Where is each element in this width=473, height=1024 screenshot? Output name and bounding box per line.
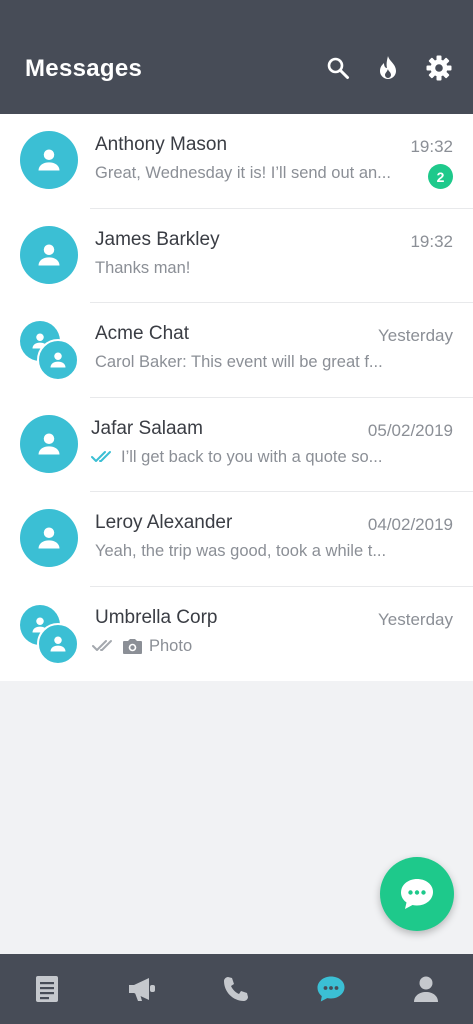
avatar: [20, 509, 78, 567]
conversation-row[interactable]: Anthony Mason 19:32 Great, Wednesday it …: [0, 114, 473, 209]
message-time: 19:32: [410, 137, 453, 156]
gear-icon: [426, 55, 452, 81]
preview-text: Great, Wednesday it is! I’ll send out an…: [95, 164, 391, 182]
person-icon: [35, 524, 63, 552]
person-icon: [35, 146, 63, 174]
search-button[interactable]: [323, 53, 353, 83]
conversation-row[interactable]: James Barkley 19:32 Thanks man!: [0, 209, 473, 303]
conversation-row[interactable]: Umbrella Corp Yesterday Photo: [0, 587, 473, 682]
message-preview: Carol Baker: This event will be great f.…: [95, 353, 383, 372]
hot-button[interactable]: [373, 53, 403, 83]
read-check-icon: [91, 450, 115, 464]
conversation-row[interactable]: Acme Chat Yesterday Carol Baker: This ev…: [0, 303, 473, 398]
app-bar: Messages: [0, 0, 473, 114]
message-time: 04/02/2019: [367, 515, 453, 534]
conversation-list: Anthony Mason 19:32 Great, Wednesday it …: [0, 114, 473, 681]
delivered-check-icon: [92, 639, 116, 653]
nav-profile[interactable]: [378, 954, 473, 1024]
contact-name: Leroy Alexander: [95, 512, 233, 533]
document-icon: [36, 976, 59, 1002]
person-icon: [48, 350, 68, 370]
phone-icon: [224, 977, 249, 1001]
contact-name: Umbrella Corp: [95, 606, 218, 628]
nav-documents[interactable]: [0, 954, 95, 1024]
contact-name: James Barkley: [95, 228, 220, 250]
preview-text: Yeah, the trip was good, took a while t.…: [95, 542, 387, 560]
conversation-row[interactable]: Jafar Salaam 05/02/2019 I’ll get back to…: [0, 398, 473, 492]
nav-calls[interactable]: [189, 954, 284, 1024]
avatar: [20, 414, 78, 473]
unread-badge: 2: [428, 164, 453, 189]
message-preview: Photo: [92, 637, 192, 656]
message-preview: Great, Wednesday it is! I’ll send out an…: [95, 164, 391, 183]
megaphone-icon: [128, 978, 155, 1001]
avatar: [20, 225, 78, 284]
person-icon: [35, 430, 63, 458]
contact-name: Acme Chat: [95, 323, 189, 344]
fire-icon: [380, 56, 396, 79]
page-title: Messages: [25, 55, 143, 82]
preview-text: Photo: [149, 636, 193, 655]
contact-name: Jafar Salaam: [91, 417, 203, 439]
camera-icon: [122, 638, 143, 655]
search-icon: [327, 57, 349, 79]
new-message-button[interactable]: [380, 857, 454, 931]
avatar: [20, 131, 78, 189]
message-time: Yesterday: [378, 326, 453, 345]
message-time: Yesterday: [378, 609, 453, 629]
message-time: 19:32: [410, 231, 453, 251]
group-avatar: [18, 319, 82, 383]
preview-text: Carol Baker: This event will be great f.…: [95, 353, 383, 371]
chat-bubble-icon: [401, 879, 433, 909]
preview-text: I’ll get back to you with a quote so...: [121, 447, 383, 466]
person-icon: [35, 241, 63, 269]
settings-button[interactable]: [424, 53, 454, 83]
preview-text: Thanks man!: [95, 258, 191, 277]
contact-name: Anthony Mason: [95, 134, 228, 155]
group-avatar: [18, 603, 82, 667]
message-time: 05/02/2019: [367, 420, 453, 440]
conversation-row[interactable]: Leroy Alexander 04/02/2019 Yeah, the tri…: [0, 492, 473, 587]
person-icon: [48, 634, 68, 654]
chat-icon: [317, 976, 345, 1002]
profile-icon: [413, 976, 438, 1002]
nav-messages[interactable]: [284, 954, 379, 1024]
message-preview: Thanks man!: [95, 259, 190, 278]
bottom-navigation: [0, 954, 473, 1024]
nav-broadcasts[interactable]: [95, 954, 190, 1024]
message-preview: I’ll get back to you with a quote so...: [91, 448, 382, 467]
message-preview: Yeah, the trip was good, took a while t.…: [95, 542, 386, 561]
